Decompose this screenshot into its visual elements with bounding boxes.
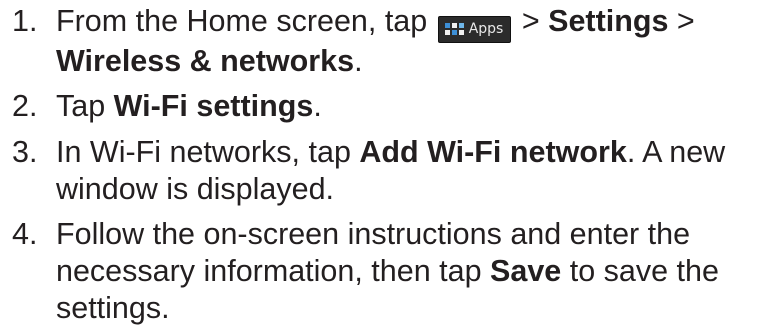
step-text: From the Home screen, tap	[56, 4, 436, 38]
step-text: .	[354, 43, 363, 78]
apps-button-icon: Apps	[437, 15, 512, 43]
step-3: 3. In Wi-Fi networks, tap Add Wi-Fi netw…	[0, 134, 765, 208]
step-number: 4.	[12, 217, 38, 251]
step-number: 1.	[12, 4, 38, 38]
step-text: >	[668, 4, 695, 38]
menu-wifi-settings: Wi-Fi settings	[113, 89, 314, 123]
step-number: 2.	[12, 89, 38, 123]
apps-grid-icon	[444, 23, 464, 35]
menu-add-wifi-network: Add Wi-Fi network	[359, 134, 627, 169]
step-text: In Wi-Fi networks, tap	[56, 134, 360, 169]
menu-wireless-networks: Wireless & networks	[56, 43, 355, 78]
menu-save: Save	[490, 254, 562, 288]
menu-settings: Settings	[548, 4, 669, 38]
instruction-list: 1. From the Home screen, tap Apps > Sett…	[0, 3, 765, 336]
step-number: 3.	[12, 134, 38, 169]
step-4: 4. Follow the on-screen instructions and…	[0, 216, 765, 327]
step-text: .	[313, 89, 322, 123]
step-2: 2. Tap Wi-Fi settings.	[0, 88, 765, 125]
step-text: >	[513, 4, 549, 38]
step-text: Tap	[56, 89, 114, 123]
step-1: 1. From the Home screen, tap Apps > Sett…	[0, 3, 765, 80]
apps-label: Apps	[468, 21, 504, 37]
